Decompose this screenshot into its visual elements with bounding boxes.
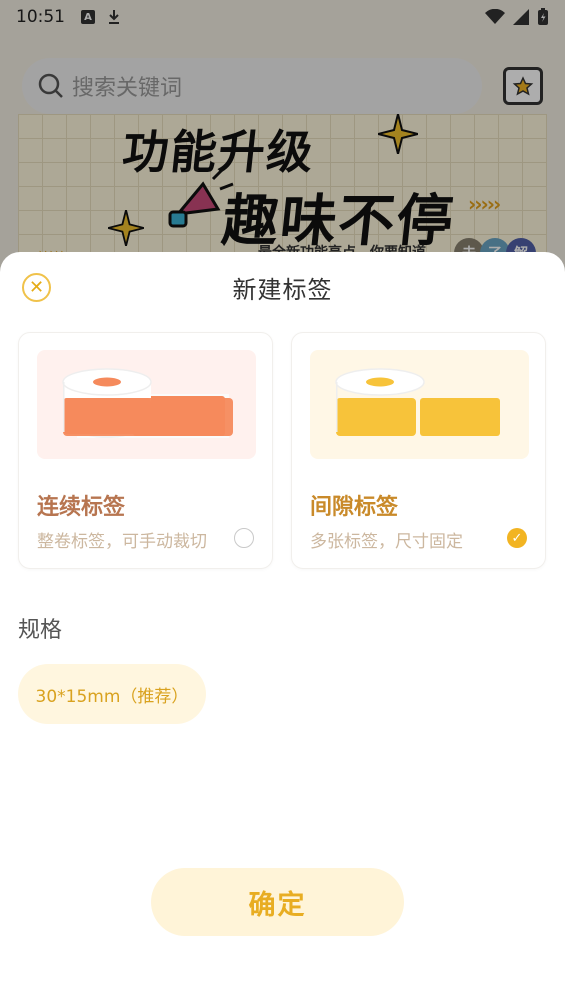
- option-radio-unchecked[interactable]: [234, 528, 254, 548]
- confirm-label: 确定: [248, 889, 307, 921]
- spec-option-chip[interactable]: 30*15mm（推荐）: [18, 664, 206, 724]
- option-radio-checked[interactable]: ✓: [507, 528, 527, 548]
- spec-option-label: 30*15mm（推荐）: [35, 686, 189, 707]
- option-card-continuous[interactable]: 连续标签 整卷标签，可手动裁切: [18, 332, 273, 569]
- check-icon: ✓: [511, 530, 523, 546]
- label-roll-icon: [62, 368, 233, 438]
- option-description: 多张标签，尺寸固定: [310, 532, 463, 552]
- confirm-button[interactable]: 确定: [151, 868, 404, 936]
- continuous-label-image: [37, 350, 256, 459]
- option-title: 间隙标签: [310, 495, 399, 520]
- option-description: 整卷标签，可手动裁切: [37, 532, 207, 552]
- option-title: 连续标签: [37, 495, 126, 520]
- spec-label: 规格: [18, 618, 63, 643]
- new-label-sheet: ✕ 新建标签 连续标签 整卷标签，可手动裁切 间隙标签 多张标签，尺寸固定 ✓ …: [0, 252, 565, 1004]
- sheet-title: 新建标签: [232, 276, 333, 304]
- label-roll-icon: [335, 368, 500, 436]
- screen: 10:51 A 搜索关键词 功能升级 趣味不停 ››››› ✕ 新建标签 连续标…: [0, 0, 565, 1004]
- option-card-gap[interactable]: 间隙标签 多张标签，尺寸固定 ✓: [291, 332, 546, 569]
- gap-label-image: [310, 350, 529, 459]
